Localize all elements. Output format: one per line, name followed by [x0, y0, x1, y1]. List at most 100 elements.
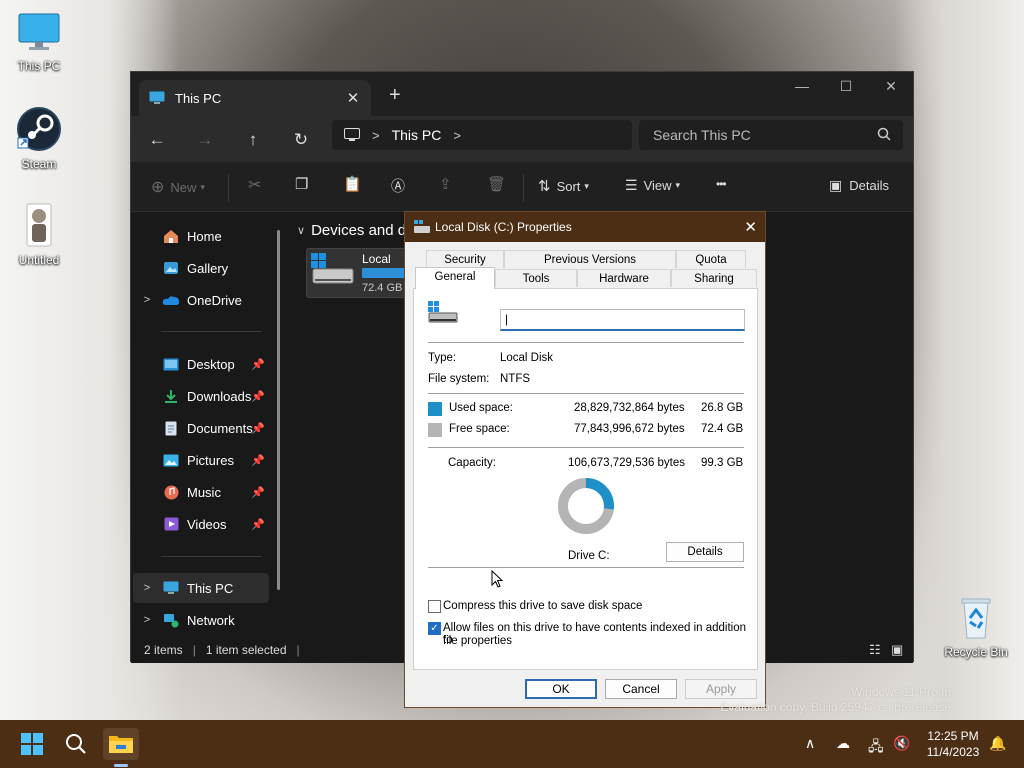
tab-hardware[interactable]: Hardware: [577, 269, 671, 287]
close-icon[interactable]: ✕: [744, 218, 757, 236]
watermark-edition: Windows 11 Pro In: [851, 685, 951, 699]
details-button[interactable]: Details: [666, 542, 744, 562]
sidebar-item-documents[interactable]: Documents 📌: [133, 413, 269, 443]
drive-caption: Drive C:: [568, 550, 610, 562]
desktop-icon-steam[interactable]: Steam: [1, 106, 77, 171]
chevron-right-icon[interactable]: >: [133, 614, 161, 626]
new-tab-button[interactable]: +: [389, 84, 401, 107]
network-icon[interactable]: 🖧: [868, 736, 884, 760]
address-box[interactable]: > This PC >: [332, 120, 632, 150]
sidebar-item-this-pc[interactable]: > This PC: [133, 573, 269, 603]
details-view-icon[interactable]: ☷: [869, 642, 881, 658]
breadcrumb-this-pc[interactable]: This PC: [392, 127, 442, 143]
chevron-down-icon: ∨: [297, 225, 306, 237]
desktop-icon-recycle-bin[interactable]: Recycle Bin: [938, 594, 1014, 659]
view-button[interactable]: ☰ View ▾: [625, 177, 680, 194]
tab-general[interactable]: General: [415, 267, 495, 289]
section-title: Devices and d: [311, 222, 407, 239]
paste-icon[interactable]: 📋: [343, 175, 362, 193]
pin-icon[interactable]: 📌: [251, 518, 265, 531]
tab-tools[interactable]: Tools: [495, 269, 577, 287]
search-input[interactable]: Search This PC: [639, 120, 903, 150]
more-options-icon[interactable]: •••: [716, 177, 727, 191]
copy-icon[interactable]: ❐: [295, 175, 308, 193]
new-button[interactable]: ⊕ New ▾: [151, 177, 205, 197]
notification-bell-icon[interactable]: 🔔: [989, 736, 1006, 752]
drive-usage-bar: [362, 268, 407, 278]
ok-button[interactable]: OK: [525, 679, 597, 699]
tab-this-pc[interactable]: This PC ✕: [139, 80, 371, 116]
details-pane-button[interactable]: ▣ Details: [829, 177, 889, 194]
refresh-icon[interactable]: ↻: [289, 130, 313, 150]
pin-icon[interactable]: 📌: [251, 390, 265, 403]
download-icon: [161, 389, 181, 404]
sidebar-item-music[interactable]: Music 📌: [133, 477, 269, 507]
desktop-icon-untitled[interactable]: Untitled: [1, 202, 77, 267]
pin-icon[interactable]: 📌: [251, 486, 265, 499]
sort-button[interactable]: ⇅ Sort ▾: [538, 177, 589, 195]
free-space-bytes: 77,843,996,672 bytes: [574, 423, 685, 435]
pin-icon[interactable]: 📌: [251, 358, 265, 371]
title-bar: This PC ✕ + ― ☐ ✕: [131, 72, 913, 116]
desktop-icon-label: This PC: [17, 59, 61, 73]
used-space-swatch: [428, 402, 442, 416]
desktop-folder-icon: [161, 358, 181, 371]
breadcrumb-chevron-icon[interactable]: >: [453, 128, 461, 143]
share-icon[interactable]: ⇪: [439, 175, 452, 193]
clock[interactable]: 12:25 PM 11/4/2023: [920, 728, 986, 760]
tiles-view-icon[interactable]: ▣: [891, 642, 903, 658]
show-hidden-icons-chevron-up-icon[interactable]: ∧: [805, 736, 815, 752]
delete-icon[interactable]: 🗑: [487, 175, 506, 193]
sidebar-item-onedrive[interactable]: > OneDrive: [133, 285, 269, 315]
section-header-devices[interactable]: ∨ Devices and d: [297, 222, 406, 239]
mouse-cursor-icon: [491, 570, 503, 588]
tab-security[interactable]: Security: [426, 250, 504, 268]
maximize-icon[interactable]: ☐: [831, 78, 861, 95]
minimize-icon[interactable]: ―: [787, 78, 817, 94]
used-space-bytes: 28,829,732,864 bytes: [574, 402, 685, 414]
sidebar-item-pictures[interactable]: Pictures 📌: [133, 445, 269, 475]
compress-checkbox[interactable]: [428, 600, 441, 613]
drive-name-input[interactable]: |: [500, 309, 745, 331]
general-tab-panel: | Type: Local Disk File system: NTFS Use…: [413, 288, 758, 670]
details-pane-icon: ▣: [829, 177, 843, 193]
pin-icon[interactable]: 📌: [251, 422, 265, 435]
sidebar-item-home[interactable]: Home: [133, 221, 269, 251]
details-label: Details: [849, 178, 889, 193]
sidebar-item-videos[interactable]: Videos 📌: [133, 509, 269, 539]
search-button[interactable]: [58, 728, 94, 760]
back-arrow-icon[interactable]: ←: [145, 130, 169, 150]
cut-icon[interactable]: ✂: [248, 175, 261, 195]
pin-icon[interactable]: 📌: [251, 454, 265, 467]
breadcrumb-chevron-icon[interactable]: >: [372, 128, 380, 143]
close-window-icon[interactable]: ✕: [876, 78, 906, 95]
up-arrow-icon[interactable]: ↑: [241, 130, 265, 150]
sidebar-item-desktop[interactable]: Desktop 📌: [133, 349, 269, 379]
file-explorer-taskbar-button[interactable]: [103, 728, 139, 760]
rename-icon[interactable]: Ⓐ: [391, 176, 405, 196]
sidebar-item-network[interactable]: > Network: [133, 605, 269, 635]
desktop-icon-label: Untitled: [18, 253, 60, 267]
start-button[interactable]: [14, 728, 50, 760]
sidebar-scrollbar[interactable]: [277, 230, 280, 590]
chevron-right-icon[interactable]: >: [133, 582, 161, 594]
close-tab-icon[interactable]: ✕: [341, 89, 365, 107]
navigation-pane: Home Gallery > OneDrive Desktop 📌 Downlo…: [131, 213, 286, 637]
index-checkbox[interactable]: ✓: [428, 622, 441, 635]
sidebar-item-downloads[interactable]: Downloads 📌: [133, 381, 269, 411]
forward-arrow-icon[interactable]: →: [193, 130, 217, 150]
cloud-offline-icon[interactable]: ☁: [836, 736, 850, 752]
clock-time: 12:25 PM: [927, 729, 979, 743]
desktop-icon-this-pc[interactable]: This PC: [1, 10, 77, 73]
tab-previous-versions[interactable]: Previous Versions: [504, 250, 676, 268]
separator: |: [296, 643, 300, 657]
chevron-right-icon[interactable]: >: [133, 294, 161, 306]
tab-quota[interactable]: Quota: [676, 250, 746, 268]
tab-sharing[interactable]: Sharing: [671, 269, 757, 287]
volume-muted-icon[interactable]: 🔇: [893, 736, 910, 752]
drive-tile-local-disk[interactable]: Local Di 72.4 GB: [306, 248, 407, 298]
cancel-button[interactable]: Cancel: [605, 679, 677, 699]
sidebar-item-gallery[interactable]: Gallery: [133, 253, 269, 283]
search-icon: [877, 127, 891, 141]
sort-icon: ⇅: [538, 178, 551, 195]
